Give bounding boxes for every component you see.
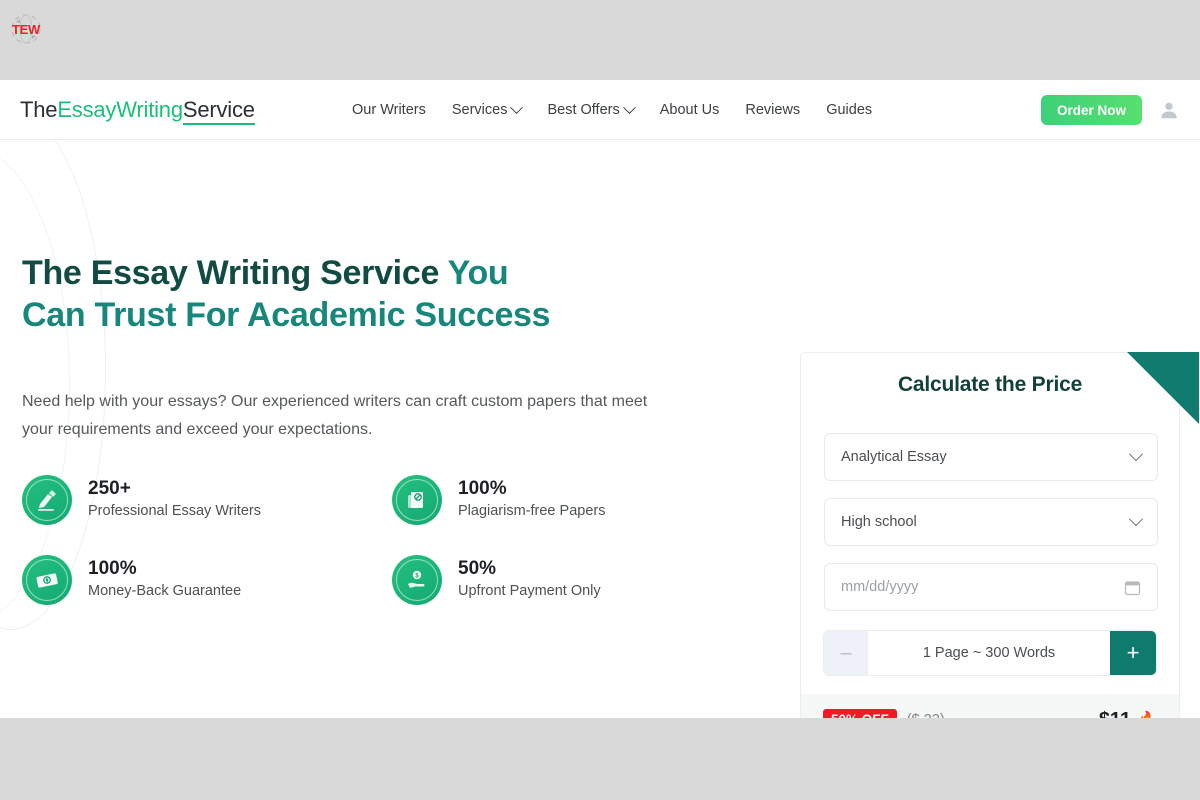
- nav-item-about-us[interactable]: About Us: [660, 102, 720, 118]
- feature-text: 100% Plagiarism-free Papers: [458, 477, 605, 523]
- academic-level-value: High school: [841, 514, 917, 530]
- writing-hand-icon: [38, 490, 56, 511]
- nav-label: Our Writers: [352, 102, 426, 118]
- feature-item-plagiarism: 100% Plagiarism-free Papers: [392, 475, 722, 525]
- paper-type-value: Analytical Essay: [841, 449, 947, 465]
- nav-item-guides[interactable]: Guides: [826, 102, 872, 118]
- nav-item-best-offers[interactable]: Best Offers: [547, 100, 636, 118]
- feature-text: 50% Upfront Payment Only: [458, 557, 601, 603]
- svg-text:$: $: [415, 574, 419, 580]
- nav-item-services[interactable]: Services: [451, 100, 524, 118]
- logo-service: Service: [182, 97, 255, 125]
- pages-stepper: – 1 Page ~ 300 Words +: [823, 630, 1157, 676]
- banknote-icon: [36, 573, 58, 588]
- logo-the: The: [20, 97, 58, 122]
- feature-text: 100% Money-Back Guarantee: [88, 557, 241, 603]
- final-price: $11: [1099, 709, 1131, 719]
- header-order-now-button[interactable]: Order Now: [1040, 95, 1142, 125]
- nav-item-our-writers[interactable]: Our Writers: [352, 102, 426, 118]
- feature-label: Plagiarism-free Papers: [458, 503, 606, 519]
- headline-part-teal-2: Can Trust For Academic Success: [22, 295, 551, 334]
- user-avatar-icon[interactable]: [1158, 99, 1180, 121]
- price-summary-row: 50% OFF ($ 22) $11 🔥: [801, 694, 1179, 718]
- tew-site-badge[interactable]: TEW: [7, 10, 45, 48]
- feature-value: 50%: [458, 558, 497, 580]
- calculator-title: Calculate the Price: [897, 373, 1083, 396]
- nav-label: Guides: [826, 102, 873, 118]
- feature-badge: $: [392, 555, 442, 605]
- hero-subtext-line1: Need help with your essays? Our experien…: [22, 393, 577, 410]
- nav-item-reviews[interactable]: Reviews: [745, 102, 800, 118]
- stepper-increment-button[interactable]: +: [1110, 631, 1156, 675]
- feature-label: Money-Back Guarantee: [88, 583, 242, 599]
- academic-level-select[interactable]: High school: [824, 498, 1158, 546]
- browser-top-band: [0, 0, 1200, 80]
- paper-type-select[interactable]: Analytical Essay: [824, 433, 1158, 481]
- chevron-down-icon: [1128, 447, 1144, 462]
- discount-badge: 50% OFF: [823, 708, 897, 718]
- headline-part-teal-1: You: [447, 254, 509, 292]
- feature-item-money-back: 100% Money-Back Guarantee: [22, 555, 392, 605]
- tew-badge-label: TEW: [12, 21, 40, 37]
- feature-text: 250+ Professional Essay Writers: [88, 477, 261, 523]
- deadline-placeholder: mm/dd/yyyy: [841, 579, 919, 595]
- stepper-decrement-button[interactable]: –: [824, 631, 868, 675]
- feature-item-upfront-payment: $ 50% Upfront Payment Only: [392, 555, 722, 605]
- browser-bottom-band: [0, 718, 1200, 800]
- no-copy-document-icon: [408, 492, 423, 508]
- site-header: TheEssayWritingService Our Writers Servi…: [0, 80, 1200, 140]
- nav-label: Best Offers: [547, 102, 620, 118]
- nav-label: Services: [451, 102, 508, 118]
- feature-badge: [392, 475, 442, 525]
- deadline-date-input[interactable]: mm/dd/yyyy: [824, 563, 1158, 611]
- nav-label: Reviews: [745, 102, 801, 118]
- hand-coin-icon: $: [408, 570, 425, 588]
- main-navigation: Our Writers Services Best Offers About U…: [352, 80, 872, 140]
- chevron-down-icon: [622, 100, 636, 114]
- feature-badge: [22, 475, 72, 525]
- nav-label: About Us: [659, 102, 720, 118]
- headline-part-dark: The Essay Writing Service: [22, 254, 448, 292]
- chevron-down-icon: [510, 100, 524, 114]
- page-title: The Essay Writing Service You Can Trust …: [22, 253, 551, 337]
- feature-value: 250+: [88, 478, 131, 500]
- calendar-icon[interactable]: [1124, 579, 1141, 596]
- feature-item-writers: 250+ Professional Essay Writers: [22, 475, 392, 525]
- site-logo[interactable]: TheEssayWritingService: [20, 97, 255, 125]
- logo-essaywriting: EssayWriting: [57, 97, 183, 122]
- feature-stats-grid: 250+ Professional Essay Writers 100% Pla…: [22, 475, 722, 605]
- hero-subtext: Need help with your essays? Our experien…: [22, 388, 682, 443]
- feature-value: 100%: [88, 558, 137, 580]
- feature-value: 100%: [458, 478, 507, 500]
- fire-icon: 🔥: [1137, 710, 1157, 718]
- stepper-value: 1 Page ~ 300 Words: [868, 631, 1110, 675]
- chevron-down-icon: [1128, 512, 1144, 527]
- final-price-group: $11 🔥: [1099, 709, 1157, 719]
- feature-label: Professional Essay Writers: [88, 503, 261, 519]
- feature-label: Upfront Payment Only: [458, 583, 601, 599]
- feature-badge: [22, 555, 72, 605]
- hero-section: The Essay Writing Service You Can Trust …: [0, 140, 1200, 718]
